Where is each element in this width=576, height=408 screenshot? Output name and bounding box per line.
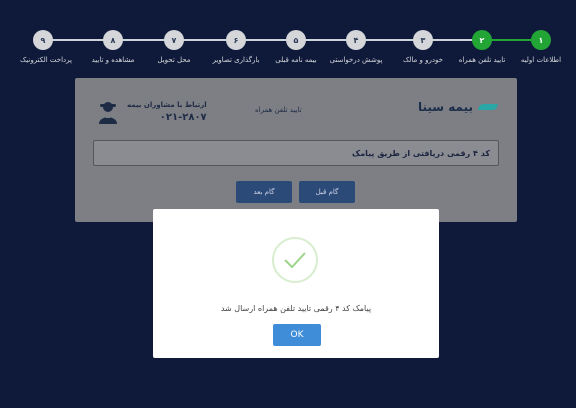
brand-mark-icon: [477, 104, 499, 110]
consultant-phone[interactable]: ۰۲۱-۲۸۰۷: [127, 112, 207, 123]
step-7-label: محل تحویل: [157, 56, 191, 64]
step-4-label: پوشش درخواستی: [329, 56, 383, 64]
step-9-label: پرداخت الکترونیک: [20, 56, 72, 64]
step-3-label: خودرو و مالک: [403, 56, 443, 64]
step-6-label: بارگذاری تصاویر: [212, 56, 260, 64]
phone-verification-card: بیمه سینا تایید تلفن همراه ارتباط با مشا…: [75, 78, 517, 222]
step-7-circle[interactable]: ۷: [164, 30, 184, 50]
previous-step-button[interactable]: گام قبل: [299, 181, 355, 203]
step-1-circle[interactable]: ۱: [531, 30, 551, 50]
step-5-label: بیمه نامه قبلی: [275, 56, 317, 64]
success-check-icon: [272, 237, 318, 283]
success-dialog: پیامک کد ۴ رقمی تایید تلفن همراه ارسال ش…: [153, 209, 439, 358]
step-8-circle[interactable]: ۸: [103, 30, 123, 50]
brand-name: بیمه سینا: [417, 100, 473, 114]
step-5-circle[interactable]: ۵: [286, 30, 306, 50]
step-1-label: اطلاعات اولیه: [520, 56, 562, 64]
checkmark-icon: [284, 252, 306, 269]
verification-code-input[interactable]: کد ۴ رقمی دریافتی از طریق پیامک: [93, 140, 499, 166]
step-2-label: تایید تلفن همراه: [458, 56, 506, 64]
consultant-label: ارتباط با مشاوران بیمه: [127, 101, 207, 109]
progress-stepper: ۱ اطلاعات اولیه ۲ تایید تلفن همراه ۳ خود…: [0, 0, 576, 72]
brand-logo: بیمه سینا: [417, 100, 499, 114]
step-9-circle[interactable]: ۹: [33, 30, 53, 50]
step-3-circle[interactable]: ۳: [413, 30, 433, 50]
step-4-circle[interactable]: ۴: [346, 30, 366, 50]
ok-button[interactable]: OK: [273, 324, 321, 346]
consultant-contact: ارتباط با مشاوران بیمه ۰۲۱-۲۸۰۷: [97, 100, 207, 124]
step-2-circle[interactable]: ۲: [472, 30, 492, 50]
step-8-label: مشاهده و تایید: [91, 56, 135, 64]
step-6-circle[interactable]: ۶: [226, 30, 246, 50]
dialog-message: پیامک کد ۴ رقمی تایید تلفن همراه ارسال ش…: [220, 304, 372, 313]
card-title: تایید تلفن همراه: [255, 106, 302, 114]
support-agent-icon: [99, 102, 117, 124]
next-step-button[interactable]: گام بعد: [236, 181, 292, 203]
